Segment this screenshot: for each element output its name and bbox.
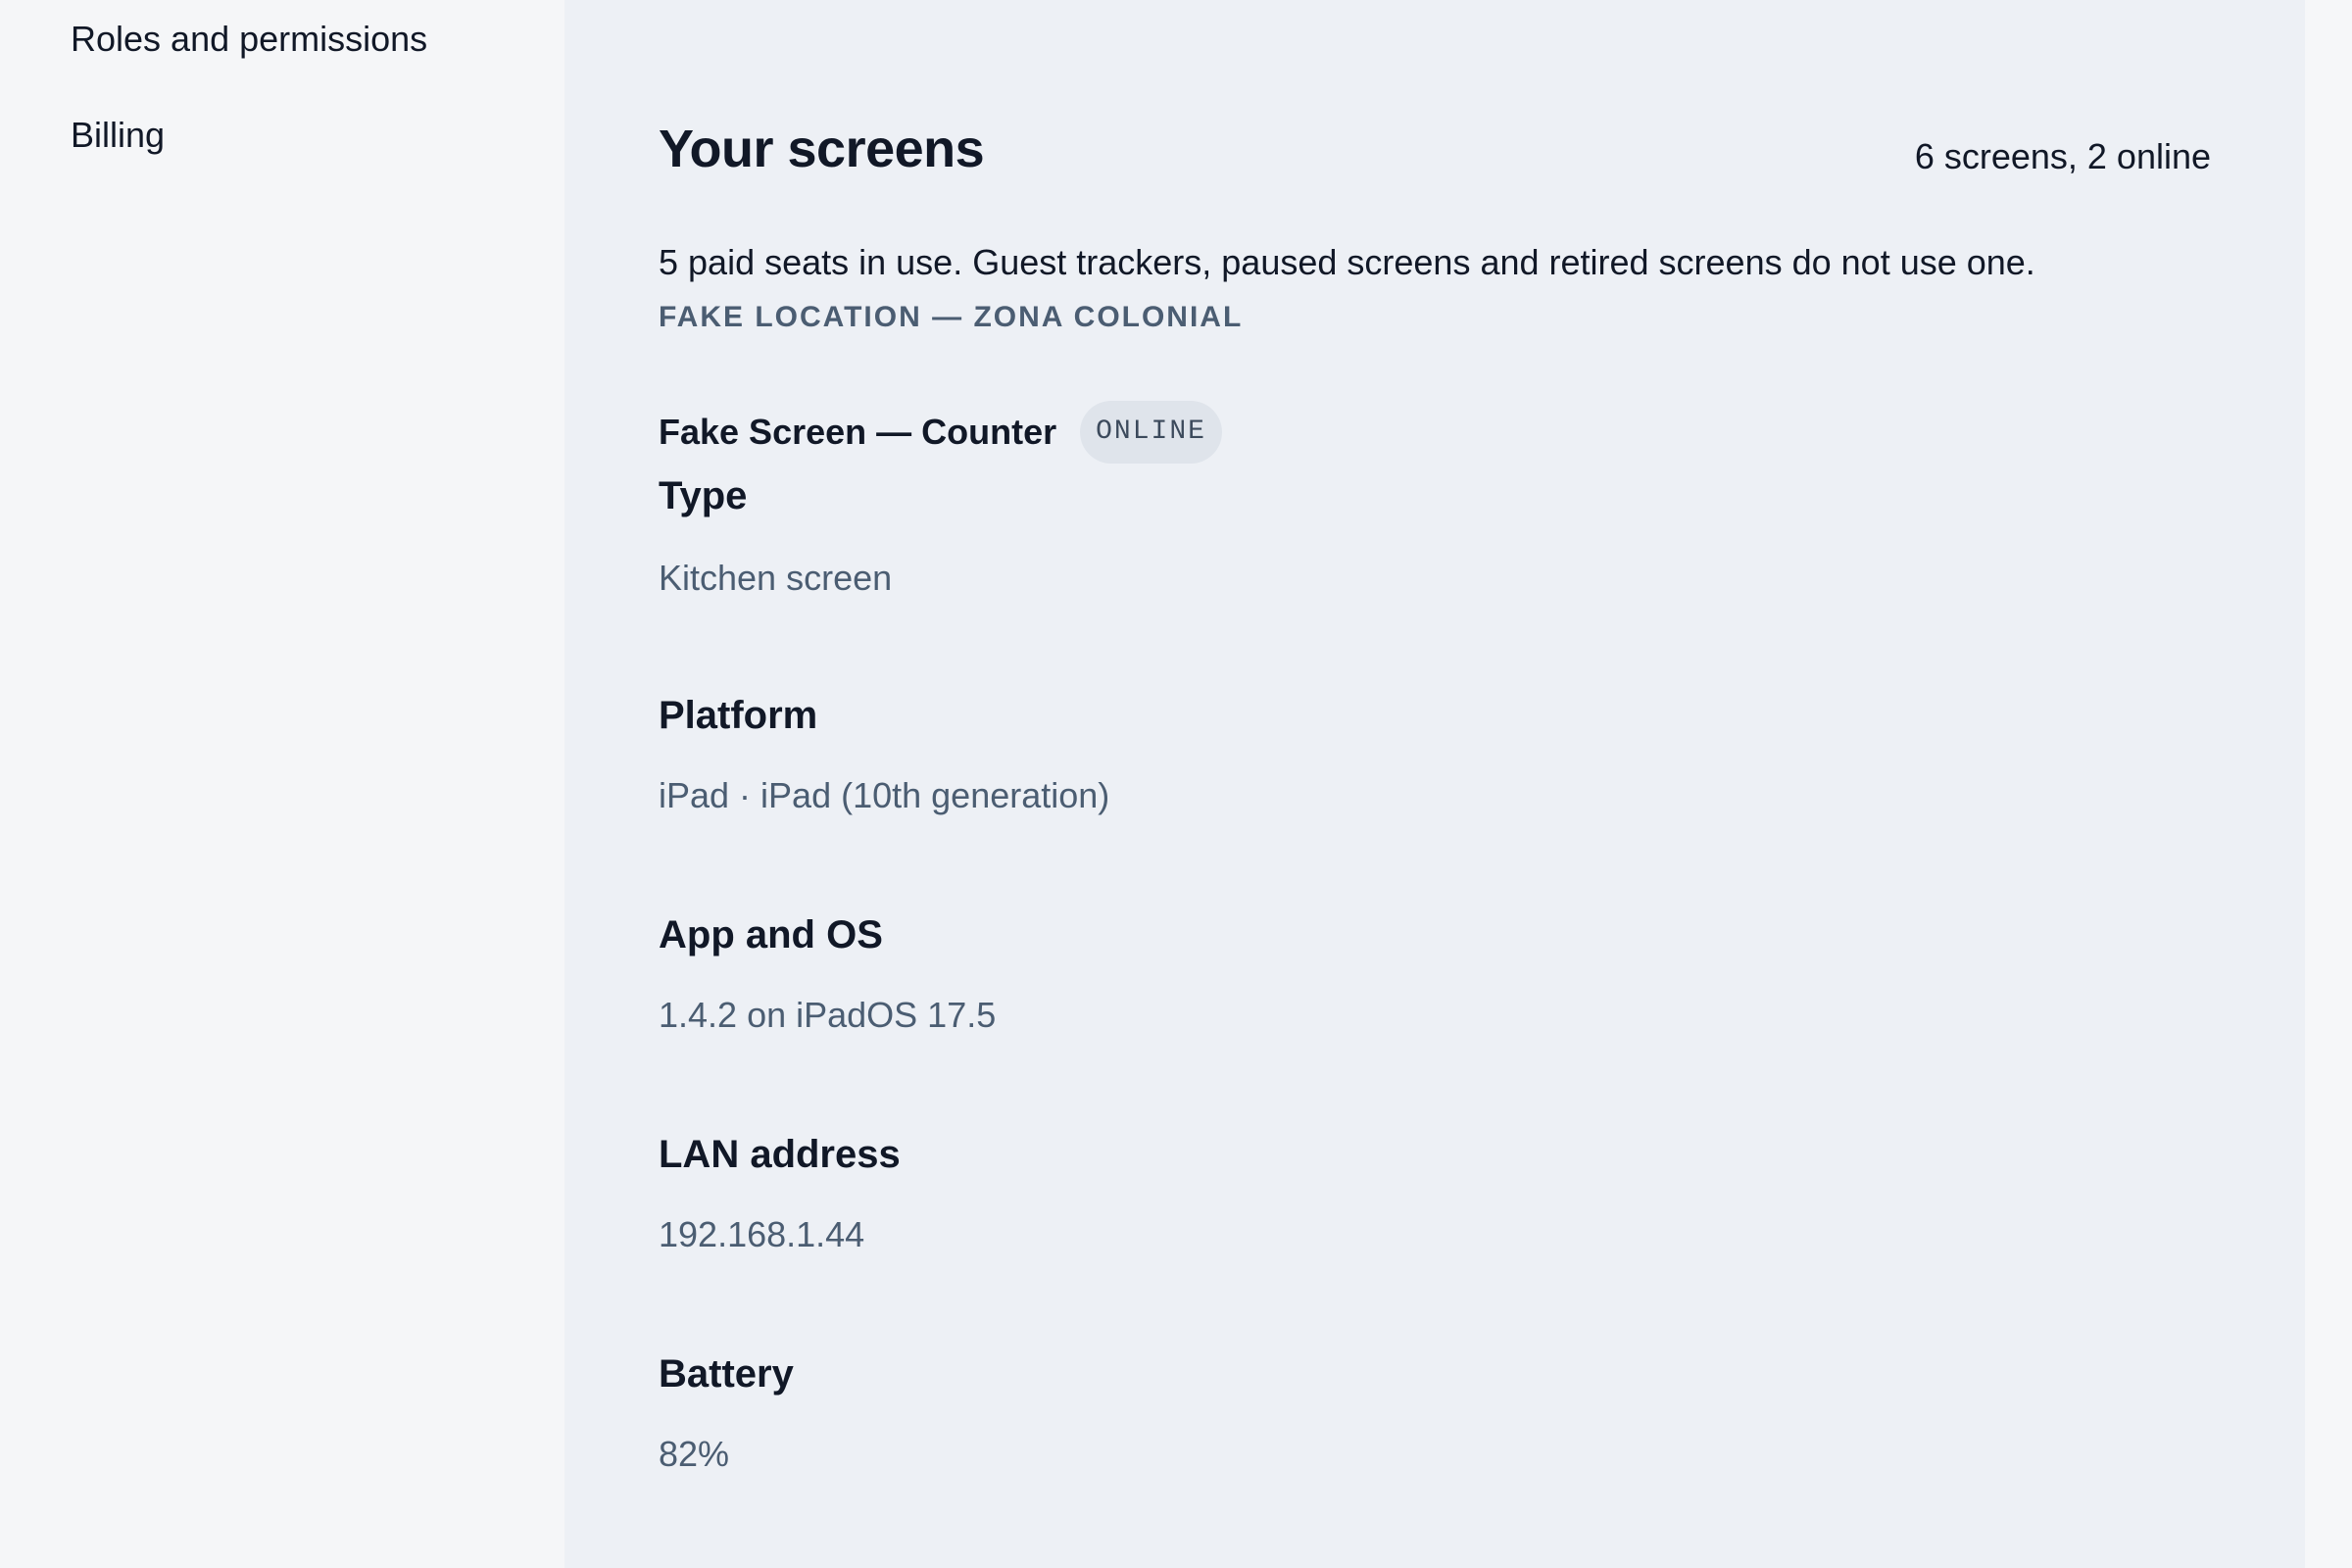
status-badge: ONLINE [1080, 401, 1222, 464]
sidebar-item-roles-and-permissions[interactable]: Roles and permissions [71, 18, 427, 61]
battery-label: Battery [659, 1352, 794, 1396]
screen-count: 6 screens, 2 online [1914, 136, 2211, 176]
screen-name: Fake Screen — Counter [659, 412, 1057, 452]
right-gutter [2305, 0, 2352, 1568]
battery-value: 82% [659, 1434, 730, 1474]
type-label: Type [659, 474, 748, 517]
platform-label: Platform [659, 694, 818, 737]
lan-address-value: 192.168.1.44 [659, 1214, 865, 1254]
page-title: Your screens [659, 120, 985, 178]
lan-address-label: LAN address [659, 1133, 901, 1176]
app-window: Roles and permissions Billing Your scree… [0, 0, 2352, 1568]
app-and-os-label: App and OS [659, 913, 883, 956]
app-and-os-value: 1.4.2 on iPadOS 17.5 [659, 995, 997, 1035]
platform-value: iPad · iPad (10th generation) [659, 775, 1110, 815]
screen-header: Fake Screen — Counter ONLINE [659, 400, 1222, 465]
main-panel: Your screens 6 screens, 2 online 5 paid … [564, 0, 2305, 1568]
seats-note: 5 paid seats in use. Guest trackers, pau… [659, 242, 2035, 282]
sidebar-item-billing[interactable]: Billing [71, 114, 165, 157]
location-label: FAKE LOCATION — ZONA COLONIAL [659, 301, 1244, 333]
type-value: Kitchen screen [659, 558, 893, 598]
sidebar: Roles and permissions Billing [0, 0, 564, 1568]
